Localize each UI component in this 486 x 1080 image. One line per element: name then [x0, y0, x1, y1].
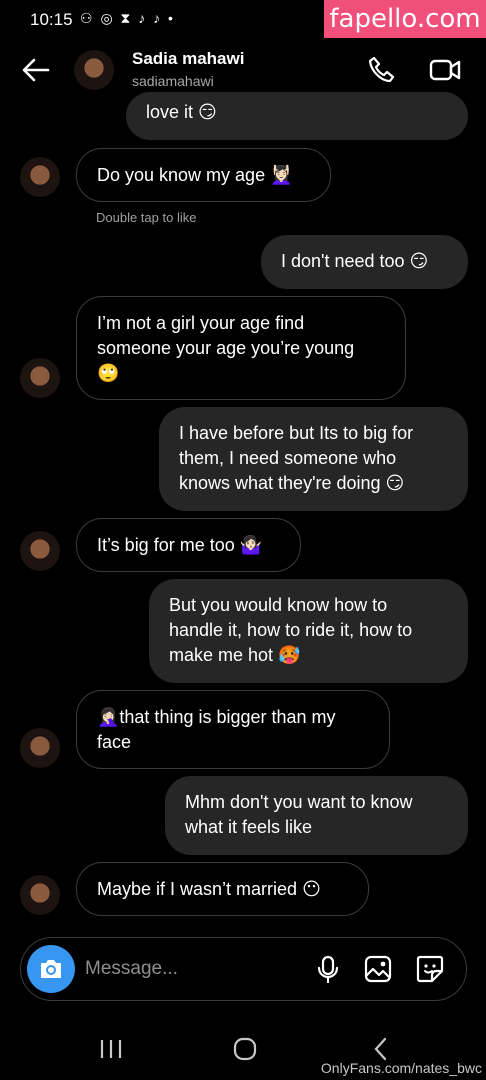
message-line: Maybe if I wasn’t married 😶 [97, 879, 321, 899]
message-line: I have before but Its to big for [179, 423, 414, 443]
message-line: I’m not a girl your age find [97, 313, 305, 333]
camera-button[interactable] [27, 945, 75, 993]
message-line: make me hot 🥵 [169, 645, 301, 665]
microphone-icon[interactable] [313, 954, 343, 984]
message-line: face [97, 732, 132, 752]
double-tap-hint: Double tap to like [96, 210, 197, 225]
message-line: 🤦🏻‍♀️that thing is bigger than my [97, 707, 336, 727]
recent-apps-icon[interactable] [96, 1036, 126, 1062]
watermark-top: fapello.com [324, 0, 486, 38]
image-icon[interactable] [363, 954, 393, 984]
watermark-bottom: OnlyFans.com/nates_bwc [320, 1060, 482, 1076]
message-sent[interactable]: But you would know how to handle it, how… [149, 579, 468, 683]
message-received[interactable]: Do you know my age 💆🏻‍♀️ [76, 148, 331, 202]
message-sent[interactable]: Mhm don't you want to know what it feels… [165, 776, 468, 855]
sticker-icon[interactable] [415, 954, 445, 984]
message-input[interactable] [85, 954, 285, 984]
message-composer [20, 937, 467, 1001]
message-line: I don't need too 😏 [281, 251, 429, 271]
message-line: someone your age you’re young [97, 338, 355, 358]
status-time: 10:15 [30, 10, 73, 29]
message-line: It’s big for me too 🤷🏻‍♀️ [97, 535, 263, 555]
chat-header: Sadia mahawi sadiamahawi [0, 42, 486, 98]
message-line: what it feels like [185, 817, 313, 837]
message-line: handle it, how to ride it, how to [169, 620, 413, 640]
message-received[interactable]: 🤦🏻‍♀️that thing is bigger than my face [76, 690, 390, 769]
phone-icon[interactable] [366, 54, 398, 86]
back-arrow-icon[interactable] [20, 54, 52, 86]
message-line: knows what they're doing 😏 [179, 473, 405, 493]
nav-back-icon[interactable] [366, 1036, 396, 1062]
video-camera-icon[interactable] [428, 54, 462, 86]
notification-icons: ⚇ ◎ ⧗ ♪ ♪ • [80, 10, 175, 26]
message-sent[interactable]: I have before but Its to big for them, I… [159, 407, 468, 511]
avatar[interactable] [20, 531, 60, 571]
message-line: Mhm don't you want to know [185, 792, 413, 812]
message-line: But you would know how to [169, 595, 388, 615]
avatar[interactable] [20, 157, 60, 197]
contact-name[interactable]: Sadia mahawi [132, 49, 244, 69]
avatar[interactable] [20, 358, 60, 398]
message-received[interactable]: It’s big for me too 🤷🏻‍♀️ [76, 518, 301, 572]
message-received[interactable]: Maybe if I wasn’t married 😶 [76, 862, 369, 916]
message-line: love it 😏 [146, 102, 217, 122]
camera-icon [41, 960, 61, 978]
contact-avatar[interactable] [74, 50, 114, 90]
avatar[interactable] [20, 728, 60, 768]
message-sent[interactable]: I don't need too 😏 [261, 235, 468, 289]
home-icon[interactable] [230, 1036, 260, 1062]
message-received[interactable]: I’m not a girl your age find someone you… [76, 296, 406, 400]
message-line: Do you know my age 💆🏻‍♀️ [97, 165, 293, 185]
message-sent[interactable]: love it 😏 [126, 92, 468, 140]
message-line: 🙄 [97, 363, 120, 383]
contact-username[interactable]: sadiamahawi [132, 73, 214, 89]
message-line: them, I need someone who [179, 448, 397, 468]
avatar[interactable] [20, 875, 60, 915]
